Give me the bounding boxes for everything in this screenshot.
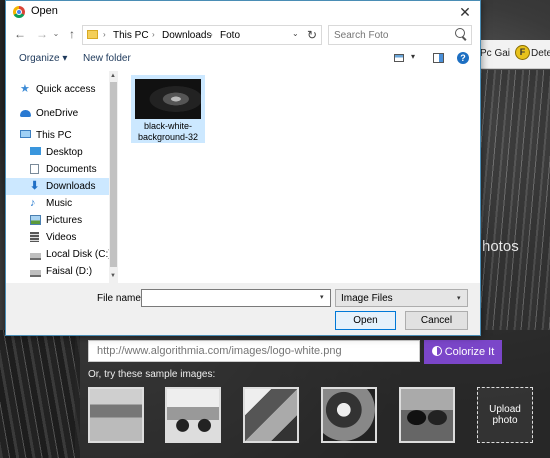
dialog-titlebar[interactable]: Open ✕ xyxy=(6,1,480,23)
nav-item-label: Documents xyxy=(46,164,97,175)
bookmarks-bar: Pc Gai F Detec xyxy=(480,40,550,69)
chevron-down-icon: ▾ xyxy=(457,295,461,302)
bookmark-favicon-icon: F xyxy=(515,45,530,60)
address-bar[interactable]: › This PC › Downloads › Foto ⌄ ↻ xyxy=(82,25,322,45)
nav-item-label: Music xyxy=(46,198,73,209)
contrast-icon xyxy=(431,346,442,356)
navigation-pane: ★ Quick access OneDrive This PC Desktop … xyxy=(6,71,118,283)
sample-image[interactable] xyxy=(399,387,455,443)
cloud-icon xyxy=(20,110,31,117)
search-input[interactable] xyxy=(328,25,472,45)
nav-item-label: Videos xyxy=(46,232,77,243)
chrome-icon xyxy=(13,6,25,18)
file-item[interactable]: black-white-background-32 xyxy=(131,75,205,143)
breadcrumb-this-pc[interactable]: This PC xyxy=(113,30,149,41)
upload-photo-button[interactable]: Upload photo xyxy=(477,387,533,443)
close-button[interactable]: ✕ xyxy=(450,1,480,23)
star-icon: ★ xyxy=(20,83,30,95)
cancel-button[interactable]: Cancel xyxy=(405,311,468,330)
bookmark-detect[interactable]: Detec xyxy=(531,48,550,59)
colorize-label: Colorize It xyxy=(444,346,495,358)
open-file-dialog: Open ✕ ← → ⌄ ↑ › This PC › Downloads › F… xyxy=(5,0,481,336)
nav-pane-scroll-thumb[interactable] xyxy=(110,82,117,267)
breadcrumb-separator[interactable]: › xyxy=(210,30,213,39)
downloads-icon: ⬇ xyxy=(30,180,40,192)
nav-item-label: This PC xyxy=(36,130,72,141)
file-name-dropdown-icon[interactable]: ▾ xyxy=(320,293,324,301)
computer-icon xyxy=(20,130,31,138)
navigation-bar: ← → ⌄ ↑ › This PC › Downloads › Foto ⌄ ↻ xyxy=(6,23,480,47)
search-icon xyxy=(455,28,465,38)
dialog-footer: File name: ▾ Image Files ▾ Open Cancel xyxy=(6,283,480,335)
file-type-value: Image Files xyxy=(341,293,393,304)
help-icon[interactable]: ? xyxy=(457,52,469,64)
nav-item-label: OneDrive xyxy=(36,108,79,119)
preview-pane-icon[interactable] xyxy=(433,53,444,63)
scroll-down-icon[interactable]: ▼ xyxy=(110,273,116,279)
bookmark-pc-games[interactable]: Pc Gai xyxy=(480,48,510,59)
breadcrumb-separator[interactable]: › xyxy=(103,30,106,39)
breadcrumb-separator[interactable]: › xyxy=(152,30,155,39)
scroll-up-icon[interactable]: ▲ xyxy=(110,73,116,79)
file-list: black-white-background-32 xyxy=(119,71,480,283)
nav-item-label: Desktop xyxy=(46,147,83,158)
sample-image[interactable] xyxy=(88,387,144,443)
back-button[interactable]: ← xyxy=(12,26,28,42)
sample-image[interactable] xyxy=(243,387,299,443)
dialog-toolbar: Organize ▾ New folder ▾ ? xyxy=(6,47,480,71)
file-name-label: black-white-background-32 xyxy=(137,121,199,142)
sample-images-label: Or, try these sample images: xyxy=(88,369,216,380)
nav-item-label: Local Disk (C:) xyxy=(46,249,112,260)
file-type-select[interactable]: Image Files ▾ xyxy=(335,289,468,307)
nav-item-label: Quick access xyxy=(36,84,96,95)
background-photo-trees-lower xyxy=(0,330,80,458)
address-dropdown-icon[interactable]: ⌄ xyxy=(292,29,299,38)
recent-locations-button[interactable]: ⌄ xyxy=(48,26,64,42)
colorize-button[interactable]: Colorize It xyxy=(424,340,502,364)
hero-heading: hotos xyxy=(482,238,519,255)
videos-icon xyxy=(30,232,39,242)
sample-image[interactable] xyxy=(321,387,377,443)
change-view-icon[interactable] xyxy=(394,54,404,62)
pictures-icon xyxy=(30,215,41,225)
open-button[interactable]: Open xyxy=(335,311,396,330)
background-photo-trees xyxy=(480,70,550,330)
upload-photo-label: Upload photo xyxy=(489,404,521,426)
nav-item-label: Faisal (D:) xyxy=(46,266,93,277)
dialog-title: Open xyxy=(31,5,58,17)
documents-icon xyxy=(30,164,39,174)
organize-button[interactable]: Organize ▾ xyxy=(19,53,67,64)
breadcrumb-downloads[interactable]: Downloads xyxy=(162,30,211,41)
music-icon: ♪ xyxy=(30,197,36,209)
folder-icon xyxy=(87,30,98,39)
new-folder-button[interactable]: New folder xyxy=(83,53,131,64)
view-options-dropdown-icon[interactable]: ▾ xyxy=(411,52,415,61)
sample-image[interactable] xyxy=(165,387,221,443)
desktop-icon xyxy=(30,147,41,155)
disk-icon xyxy=(30,253,41,260)
disk-icon xyxy=(30,270,41,277)
refresh-button[interactable]: ↻ xyxy=(307,28,317,42)
file-name-input[interactable] xyxy=(141,289,331,307)
nav-item-label: Downloads xyxy=(46,181,96,192)
breadcrumb-foto[interactable]: Foto xyxy=(220,30,240,41)
up-button[interactable]: ↑ xyxy=(64,26,80,42)
file-name-label: File name: xyxy=(97,293,144,304)
file-thumbnail xyxy=(135,79,201,119)
image-url-input[interactable] xyxy=(88,340,420,362)
nav-item-label: Pictures xyxy=(46,215,83,226)
